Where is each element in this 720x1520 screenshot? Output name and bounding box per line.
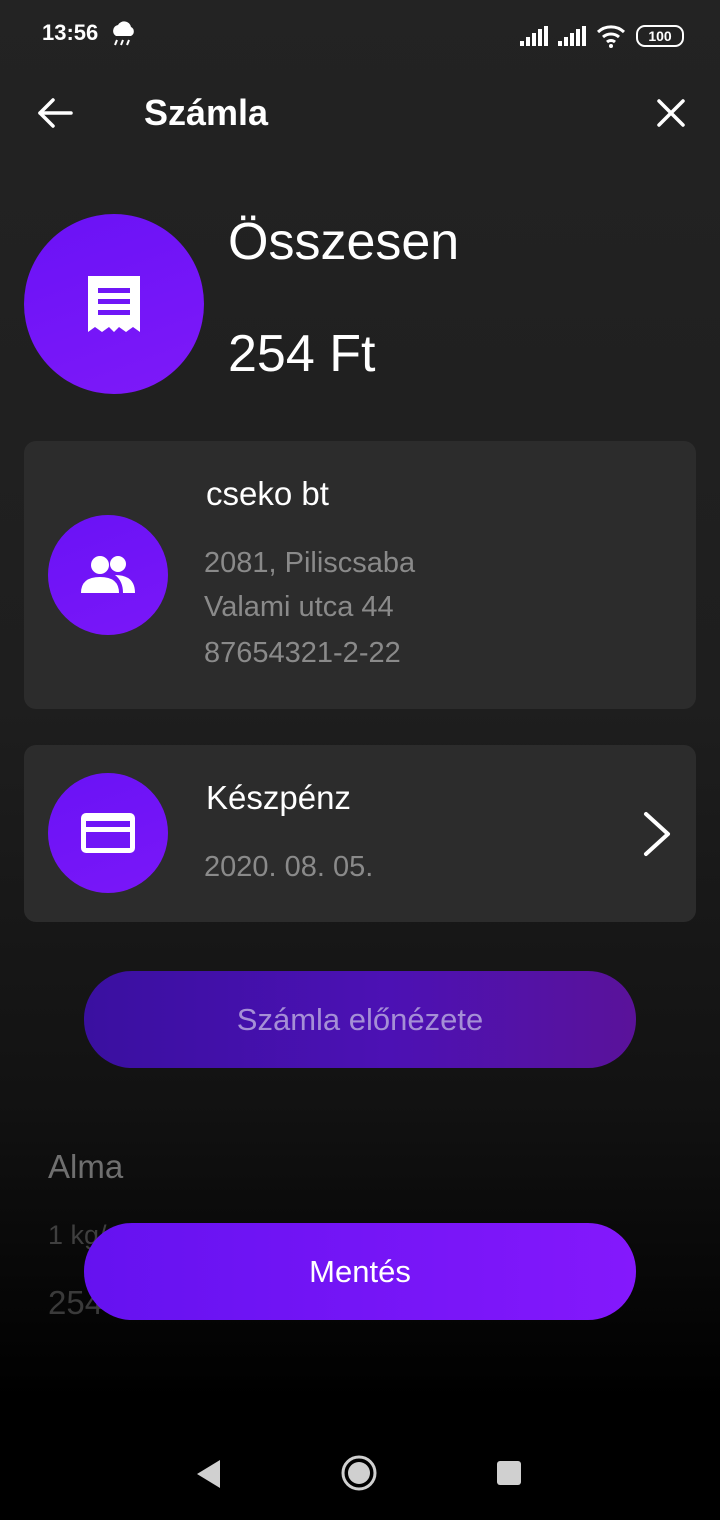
payment-method-card[interactable]: Készpénz 2020. 08. 05. bbox=[24, 745, 696, 922]
partner-card[interactable]: cseko bt 2081, Piliscsaba Valami utca 44… bbox=[24, 441, 696, 709]
signal-strength-icon-2 bbox=[558, 26, 586, 46]
payment-method: Készpénz bbox=[206, 779, 351, 816]
status-time: 13:56 bbox=[42, 20, 99, 45]
close-button[interactable] bbox=[646, 88, 696, 138]
total-label: Összesen bbox=[228, 213, 460, 271]
total-amount: 254 Ft bbox=[228, 325, 376, 383]
partner-address-line1: 2081, Piliscsaba bbox=[204, 547, 416, 579]
battery-level: 100 bbox=[648, 28, 672, 44]
credit-card-icon bbox=[81, 813, 135, 853]
payment-avatar bbox=[48, 773, 168, 893]
signal-strength-icon bbox=[520, 26, 548, 46]
partner-tax-number: 87654321-2-22 bbox=[204, 637, 401, 669]
partner-address-line2: Valami utca 44 bbox=[204, 591, 394, 623]
arrow-left-icon bbox=[38, 98, 73, 128]
chevron-right-icon bbox=[644, 812, 670, 856]
people-icon bbox=[81, 556, 135, 593]
nav-recents-icon[interactable] bbox=[496, 1460, 522, 1486]
weather-cloud-icon bbox=[113, 21, 134, 46]
payment-date: 2020. 08. 05. bbox=[204, 851, 374, 883]
partner-name: cseko bt bbox=[206, 475, 329, 512]
nav-home-icon[interactable] bbox=[340, 1454, 378, 1492]
receipt-avatar bbox=[24, 214, 204, 394]
invoice-preview-button[interactable]: Számla előnézete bbox=[84, 971, 636, 1068]
partner-avatar bbox=[48, 515, 168, 635]
page-title: Számla bbox=[144, 92, 269, 133]
system-nav-bar bbox=[0, 1430, 720, 1520]
save-button[interactable]: Mentés bbox=[84, 1223, 636, 1320]
wifi-icon bbox=[596, 25, 626, 48]
back-button[interactable] bbox=[30, 88, 80, 138]
battery-icon: 100 bbox=[636, 25, 684, 47]
close-icon bbox=[657, 99, 685, 127]
receipt-icon bbox=[88, 276, 140, 332]
status-bar: 13:56 100 bbox=[0, 0, 720, 70]
item-name: Alma bbox=[48, 1148, 124, 1185]
nav-back-icon[interactable] bbox=[194, 1458, 224, 1490]
app-bar: Számla bbox=[0, 80, 720, 146]
